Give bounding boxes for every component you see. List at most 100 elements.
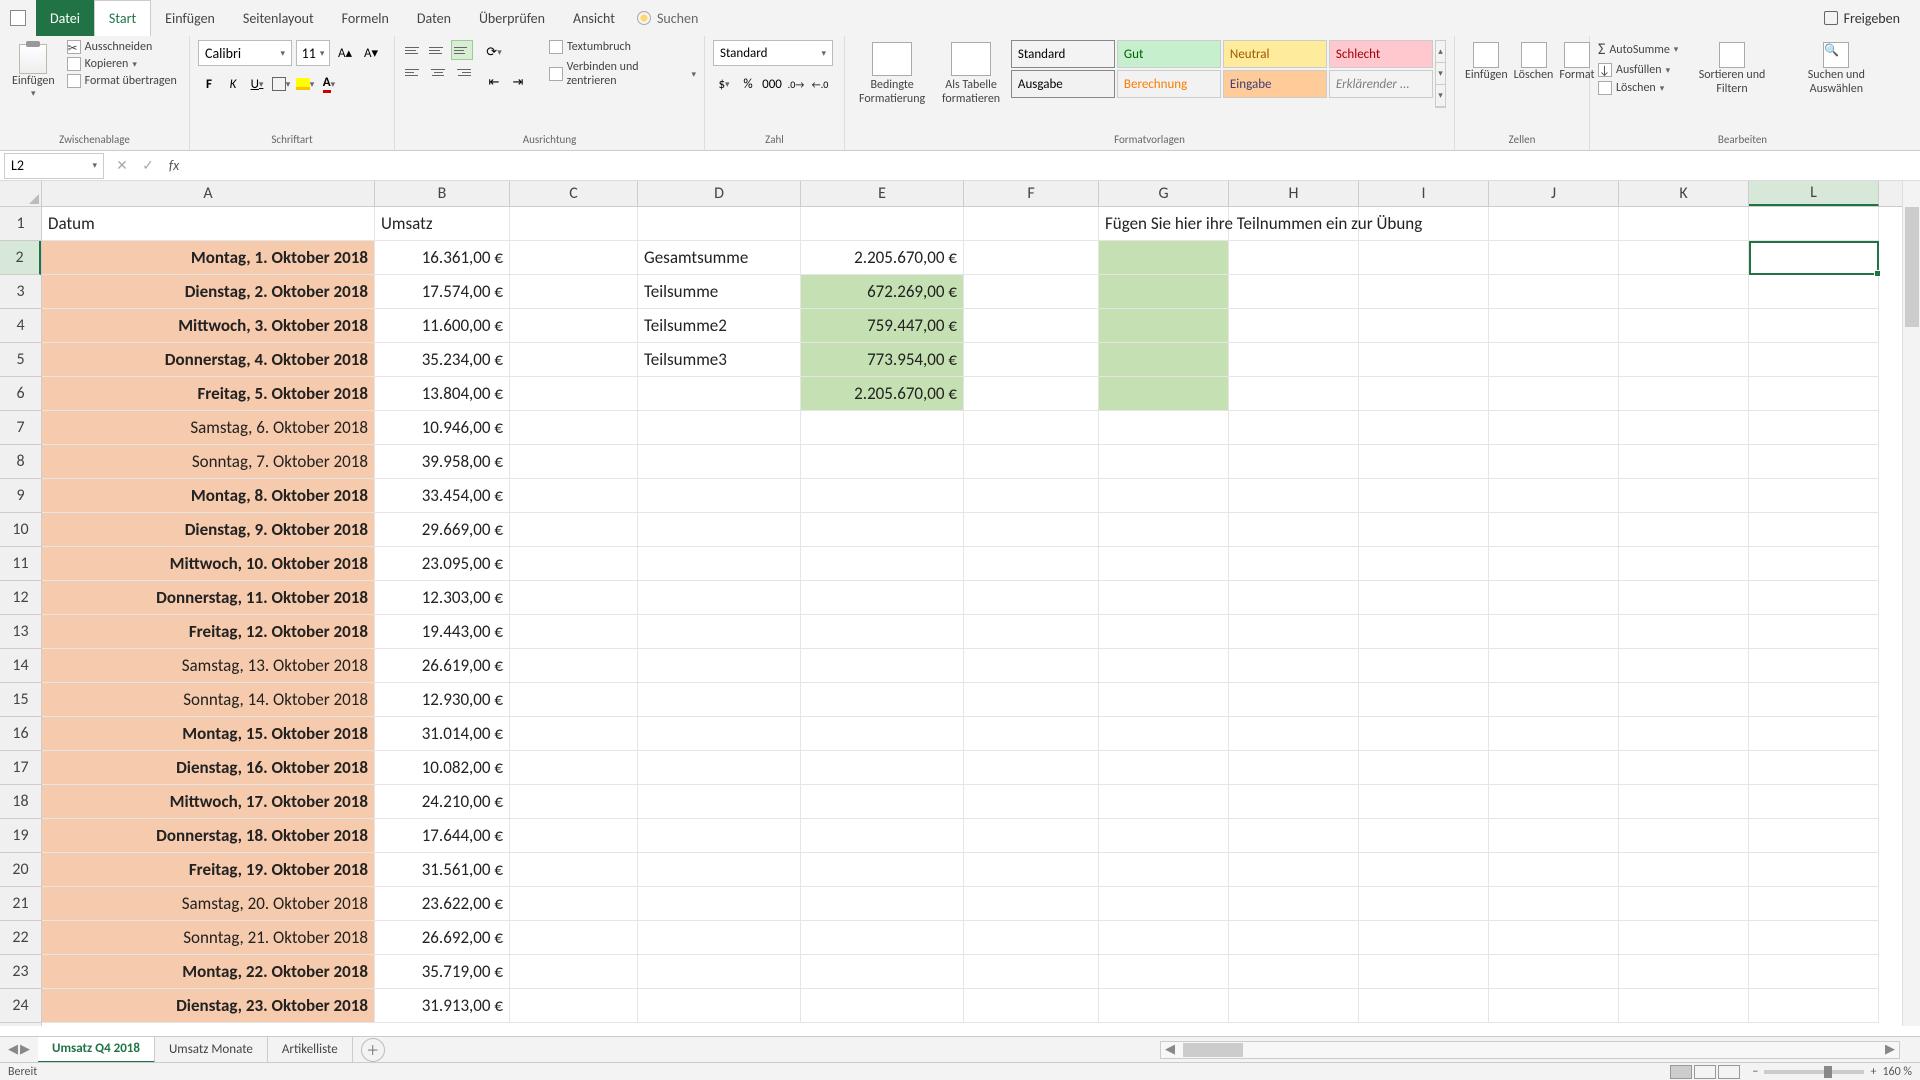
cell[interactable]	[638, 717, 801, 751]
cell[interactable]	[638, 853, 801, 887]
cell[interactable]: 16.361,00 €	[375, 241, 510, 275]
cell[interactable]	[1099, 683, 1229, 717]
cell[interactable]: Sonntag, 21. Oktober 2018	[42, 921, 375, 955]
cell[interactable]	[1359, 955, 1489, 989]
cell[interactable]	[1099, 343, 1229, 377]
cancel-formula-button[interactable]: ✕	[110, 154, 134, 178]
cell[interactable]: 26.692,00 €	[375, 921, 510, 955]
cell[interactable]: Mittwoch, 17. Oktober 2018	[42, 785, 375, 819]
cell[interactable]	[1749, 241, 1879, 275]
col-header-I[interactable]: I	[1359, 181, 1489, 206]
style-ausgabe[interactable]: Ausgabe	[1011, 70, 1115, 98]
cell[interactable]	[1749, 853, 1879, 887]
row-header-20[interactable]: 20	[0, 853, 41, 887]
cell[interactable]	[1099, 751, 1229, 785]
col-header-E[interactable]: E	[801, 181, 964, 206]
cell[interactable]	[1489, 479, 1619, 513]
cell[interactable]	[1099, 887, 1229, 921]
cell[interactable]	[1619, 615, 1749, 649]
cell[interactable]	[1489, 241, 1619, 275]
cell[interactable]	[1489, 445, 1619, 479]
col-header-G[interactable]: G	[1099, 181, 1229, 206]
cell[interactable]	[801, 751, 964, 785]
cell[interactable]	[510, 819, 638, 853]
cell[interactable]: Fügen Sie hier ihre Teilnummen ein zur Ü…	[1099, 207, 1229, 241]
delete-cells-button[interactable]: Löschen	[1512, 40, 1556, 84]
cell[interactable]	[1489, 785, 1619, 819]
cell[interactable]	[1749, 275, 1879, 309]
new-sheet-button[interactable]: ＋	[361, 1038, 385, 1062]
tab-daten[interactable]: Daten	[403, 0, 465, 36]
cell[interactable]	[510, 887, 638, 921]
cell[interactable]	[1359, 377, 1489, 411]
format-as-table-button[interactable]: Als Tabelle formatieren	[933, 40, 1009, 108]
cell[interactable]	[1619, 887, 1749, 921]
cell[interactable]	[510, 479, 638, 513]
cell[interactable]	[1749, 377, 1879, 411]
row-header-16[interactable]: 16	[0, 717, 41, 751]
row-header-21[interactable]: 21	[0, 887, 41, 921]
cell[interactable]	[638, 479, 801, 513]
row-header-18[interactable]: 18	[0, 785, 41, 819]
cell[interactable]	[638, 649, 801, 683]
name-box[interactable]: L2▾	[4, 153, 104, 179]
cell[interactable]	[510, 547, 638, 581]
save-icon[interactable]	[10, 10, 26, 26]
cell[interactable]	[510, 649, 638, 683]
cell[interactable]	[1749, 581, 1879, 615]
cell[interactable]	[1619, 955, 1749, 989]
style-neutral[interactable]: Neutral	[1223, 40, 1327, 68]
cell[interactable]: 10.946,00 €	[375, 411, 510, 445]
cell[interactable]	[1489, 819, 1619, 853]
row-header-10[interactable]: 10	[0, 513, 41, 547]
cell[interactable]	[801, 615, 964, 649]
cell[interactable]: Teilsumme	[638, 275, 801, 309]
cell[interactable]	[1619, 683, 1749, 717]
cell[interactable]	[1099, 445, 1229, 479]
format-painter-button[interactable]: Format übertragen	[67, 74, 177, 88]
cell[interactable]	[638, 819, 801, 853]
cell[interactable]	[801, 581, 964, 615]
cell[interactable]	[1229, 649, 1359, 683]
style-gut[interactable]: Gut	[1117, 40, 1221, 68]
col-header-J[interactable]: J	[1489, 181, 1619, 206]
align-middle-button[interactable]	[427, 40, 449, 60]
tab-datei[interactable]: Datei	[36, 0, 94, 36]
zoom-thumb[interactable]	[1824, 1066, 1832, 1078]
cell[interactable]	[964, 751, 1099, 785]
cell[interactable]	[1489, 411, 1619, 445]
cell[interactable]: 759.447,00 €	[801, 309, 964, 343]
cell[interactable]	[1229, 513, 1359, 547]
cell[interactable]	[801, 513, 964, 547]
cell[interactable]	[1489, 751, 1619, 785]
cell[interactable]	[801, 649, 964, 683]
tab-einfuegen[interactable]: Einfügen	[151, 0, 229, 36]
align-center-button[interactable]	[427, 62, 449, 82]
cell[interactable]	[1619, 377, 1749, 411]
cell[interactable]: Donnerstag, 18. Oktober 2018	[42, 819, 375, 853]
cell[interactable]	[1359, 717, 1489, 751]
cell[interactable]	[1359, 479, 1489, 513]
cell[interactable]	[1229, 581, 1359, 615]
cell[interactable]	[1489, 717, 1619, 751]
row-header-17[interactable]: 17	[0, 751, 41, 785]
cell[interactable]	[964, 309, 1099, 343]
increase-decimal-button[interactable]: .0→	[785, 72, 807, 96]
cell[interactable]: Samstag, 20. Oktober 2018	[42, 887, 375, 921]
share-button[interactable]: Freigeben	[1824, 10, 1920, 27]
cell[interactable]	[638, 581, 801, 615]
cell[interactable]: Montag, 1. Oktober 2018	[42, 241, 375, 275]
cell[interactable]	[1099, 853, 1229, 887]
shrink-font-button[interactable]: A▾	[360, 41, 382, 65]
sheet-nav-arrows[interactable]: ◀▶	[0, 1042, 38, 1057]
cell[interactable]	[964, 887, 1099, 921]
cell[interactable]: Montag, 22. Oktober 2018	[42, 955, 375, 989]
cell[interactable]: Mittwoch, 3. Oktober 2018	[42, 309, 375, 343]
row-header-6[interactable]: 6	[0, 377, 41, 411]
cell[interactable]	[964, 411, 1099, 445]
cell[interactable]	[801, 717, 964, 751]
cut-button[interactable]: ✂Ausschneiden	[67, 40, 177, 54]
style-standard[interactable]: Standard	[1011, 40, 1115, 68]
cell[interactable]: Freitag, 19. Oktober 2018	[42, 853, 375, 887]
cell[interactable]: Donnerstag, 4. Oktober 2018	[42, 343, 375, 377]
